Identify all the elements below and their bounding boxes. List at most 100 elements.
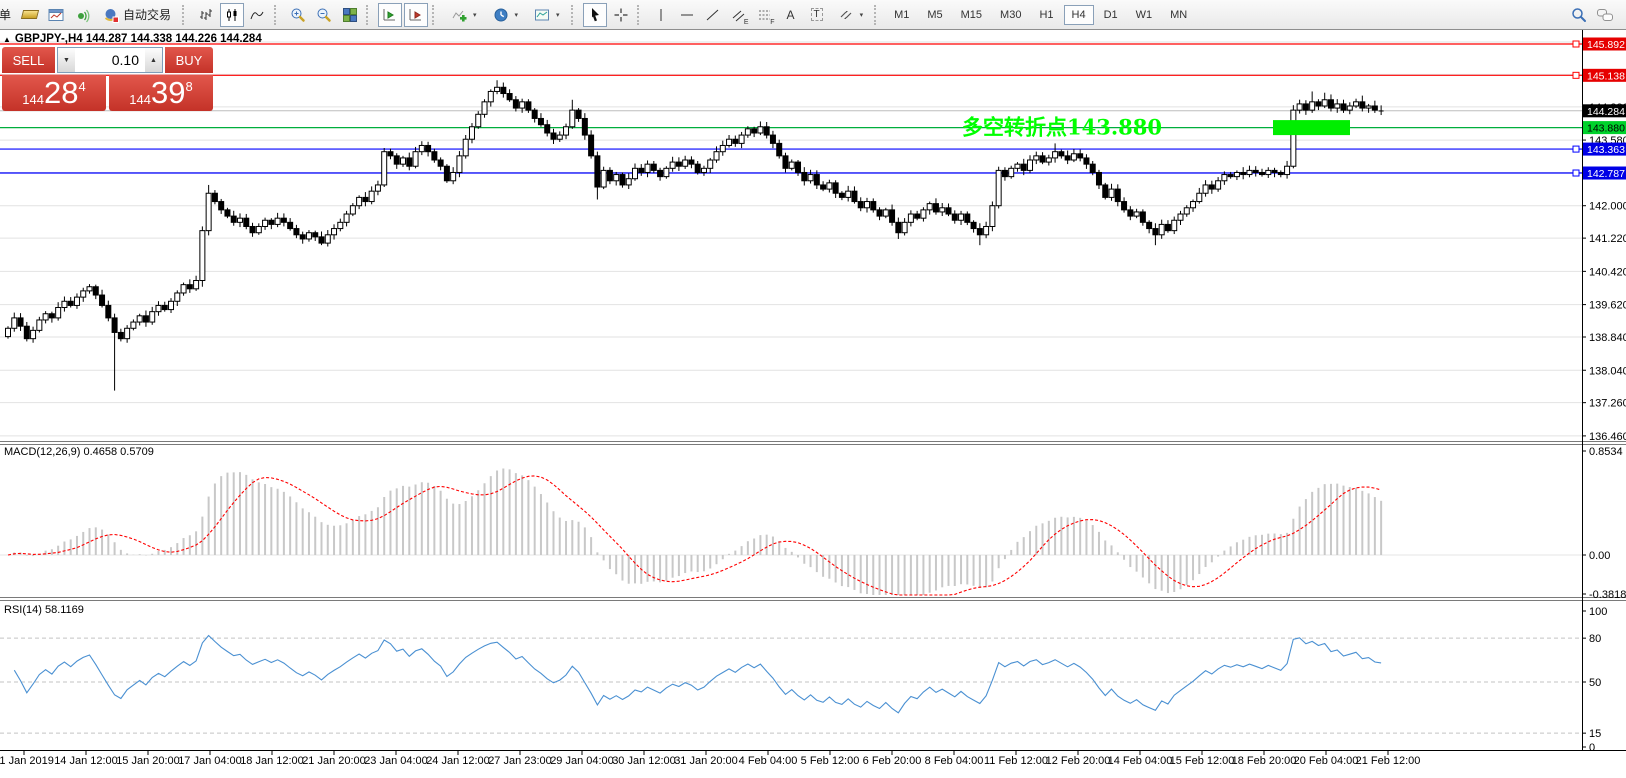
new-chart-button[interactable] [44,3,68,27]
svg-text:11 Jan 2019: 11 Jan 2019 [0,755,54,767]
price-chart[interactable]: 多空转折点143.880145.940145.160144.380143.580… [0,0,1626,778]
svg-text:21 Feb 12:00: 21 Feb 12:00 [1356,755,1421,767]
svg-text:4 Feb 04:00: 4 Feb 04:00 [739,755,798,767]
sell-button[interactable]: SELL [2,47,55,73]
chart-shift-button[interactable] [404,3,428,27]
channel-button[interactable]: E [727,3,751,27]
candlestick-chart-button[interactable] [220,3,244,27]
timeframe-button-H1[interactable]: H1 [1031,5,1061,25]
svg-text:137.260: 137.260 [1589,398,1626,410]
svg-text:23 Jan 04:00: 23 Jan 04:00 [364,755,428,767]
chevron-down-icon: ▾ [556,11,560,19]
volume-increase-button[interactable]: ▲ [145,48,162,72]
chat-button[interactable] [1593,3,1617,27]
timeframe-button-M30[interactable]: M30 [992,5,1029,25]
toolbar-separator [182,5,190,25]
svg-text:5 Feb 12:00: 5 Feb 12:00 [801,755,860,767]
svg-text:30 Jan 12:00: 30 Jan 12:00 [612,755,676,767]
vertical-line-button[interactable] [649,3,673,27]
crosshair-icon [613,7,629,23]
line-chart-button[interactable] [246,3,270,27]
zoom-in-button[interactable] [286,3,310,27]
search-icon [1571,7,1587,23]
svg-text:12 Feb 20:00: 12 Feb 20:00 [1046,755,1111,767]
buy-price-display[interactable]: 144398 [109,75,213,111]
highlight-rectangle[interactable] [1273,120,1350,135]
svg-text:21 Jan 20:00: 21 Jan 20:00 [302,755,366,767]
timeframe-button-MN[interactable]: MN [1162,5,1195,25]
signals-icon [74,7,90,23]
chevron-down-icon: ▾ [473,11,477,19]
trendline-button[interactable] [701,3,725,27]
one-click-trade-panel: SELL ▼ 0.10 ▲ BUY 144284 144398 [2,47,213,111]
new-chart-icon [48,7,64,23]
text-label-button[interactable]: T [805,3,829,27]
cursor-button[interactable] [583,3,607,27]
gold-bar-icon [21,10,39,19]
buy-button[interactable]: BUY [165,47,213,73]
new-order-button[interactable]: 单 [0,3,16,27]
chart-title-text: GBPJPY-,H4 144.287 144.338 144.226 144.2… [15,33,262,45]
svg-text:15 Jan 20:00: 15 Jan 20:00 [116,755,180,767]
svg-text:14 Feb 04:00: 14 Feb 04:00 [1108,755,1173,767]
tile-windows-icon [342,7,358,23]
periods-button[interactable]: ▾ [486,3,526,27]
timeframe-button-W1[interactable]: W1 [1128,5,1161,25]
indicators-icon [451,7,467,23]
cursor-arrow-icon [587,7,603,23]
svg-text:142.787: 142.787 [1587,168,1625,180]
search-button[interactable] [1567,3,1591,27]
text-icon: A [787,8,795,22]
svg-text:20 Feb 04:00: 20 Feb 04:00 [1294,755,1359,767]
zoom-out-icon [316,7,332,23]
svg-text:0: 0 [1589,742,1595,754]
svg-text:0.8534: 0.8534 [1589,446,1623,458]
crosshair-button[interactable] [609,3,633,27]
text-label-icon: T [811,8,823,21]
svg-text:139.620: 139.620 [1589,300,1626,312]
macd-indicator-label: MACD(12,26,9) 0.4658 0.5709 [4,446,154,458]
channel-letter: E [744,19,749,26]
template-icon [534,7,550,23]
fibonacci-button[interactable]: F [753,3,777,27]
timeframe-button-M1[interactable]: M1 [886,5,917,25]
timeframe-button-M15[interactable]: M15 [953,5,990,25]
fibonacci-letter: F [770,19,774,26]
svg-text:50: 50 [1589,677,1601,689]
signals-button[interactable] [70,3,94,27]
volume-input[interactable]: 0.10 [75,48,145,72]
svg-text:18 Feb 20:00: 18 Feb 20:00 [1232,755,1297,767]
autotrade-button[interactable]: 自动交易 [96,3,178,27]
svg-text:11 Feb 12:00: 11 Feb 12:00 [984,755,1048,767]
svg-text:136.460: 136.460 [1589,431,1626,443]
vertical-line-icon [653,7,669,23]
indicators-button[interactable]: ▾ [444,3,484,27]
autotrade-label: 自动交易 [123,6,171,23]
tile-windows-button[interactable] [338,3,362,27]
timeframe-button-D1[interactable]: D1 [1096,5,1126,25]
horizontal-line-button[interactable] [675,3,699,27]
text-button[interactable]: A [779,3,803,27]
timeframe-group: M1M5M15M30H1H4D1W1MN [885,5,1196,25]
templates-button[interactable]: ▾ [527,3,567,27]
candlestick-icon [224,7,240,23]
zoom-in-icon [290,7,306,23]
chart-title: ▲ GBPJPY-,H4 144.287 144.338 144.226 144… [3,33,262,45]
bar-chart-button[interactable] [194,3,218,27]
auto-scroll-button[interactable] [378,3,402,27]
annotation-text[interactable]: 多空转折点143.880 [962,114,1162,139]
sell-price-display[interactable]: 144284 [2,75,106,111]
market-watch-button[interactable] [18,3,42,27]
chart-shift-icon [408,7,424,23]
svg-text:141.220: 141.220 [1589,233,1626,245]
svg-text:18 Jan 12:00: 18 Jan 12:00 [240,755,304,767]
zoom-out-button[interactable] [312,3,336,27]
svg-text:144.284: 144.284 [1587,106,1625,118]
timeframe-button-H4[interactable]: H4 [1064,5,1094,25]
arrows-button[interactable]: ▾ [831,3,871,27]
svg-text:8 Feb 04:00: 8 Feb 04:00 [925,755,984,767]
volume-decrease-button[interactable]: ▼ [58,48,75,72]
svg-text:17 Jan 04:00: 17 Jan 04:00 [178,755,242,767]
chevron-down-icon: ▾ [860,11,864,19]
timeframe-button-M5[interactable]: M5 [919,5,950,25]
